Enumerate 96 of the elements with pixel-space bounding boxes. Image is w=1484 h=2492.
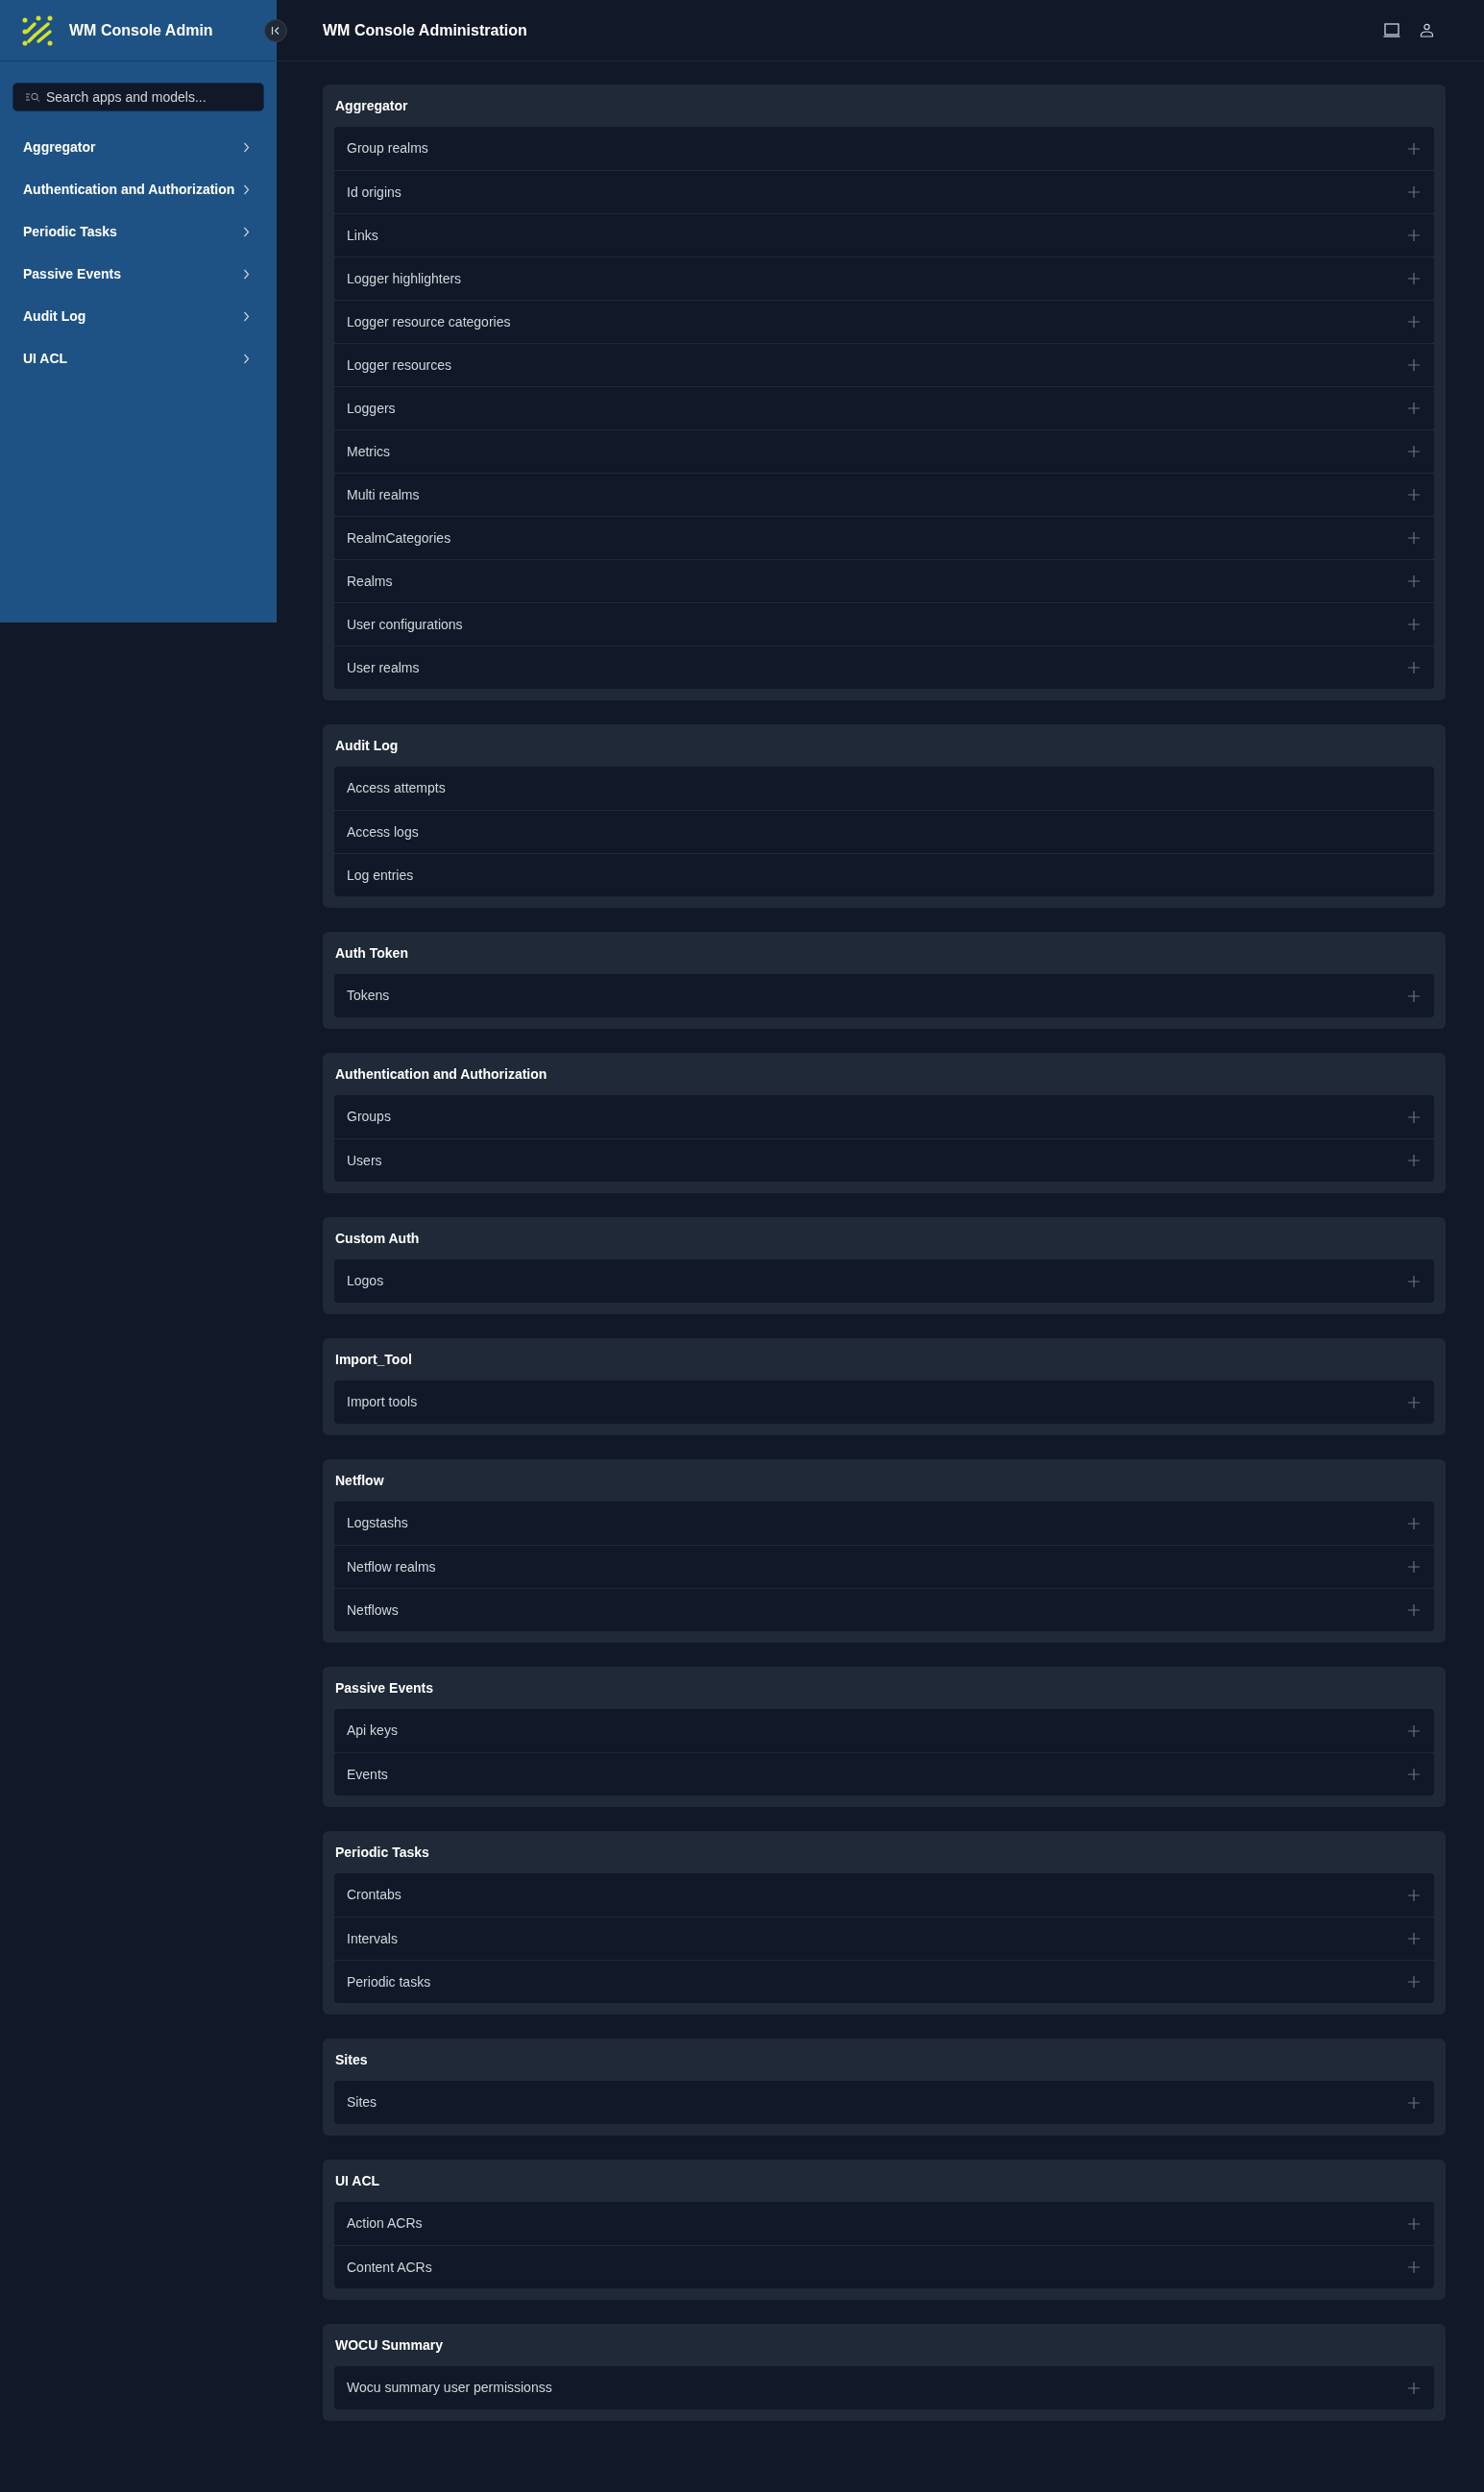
model-link[interactable]: Logger resources (347, 354, 451, 376)
model-link[interactable]: Id origins (347, 182, 401, 203)
app-heading[interactable]: Import_Tool (334, 1349, 412, 1370)
model-link[interactable]: Content ACRs (347, 2257, 432, 2278)
add-icon[interactable] (1408, 2096, 1420, 2109)
model-link[interactable]: RealmCategories (347, 527, 451, 549)
model-link[interactable]: Netflow realms (347, 1556, 436, 1577)
add-icon[interactable] (1408, 2217, 1420, 2230)
app-title: WM Console Admin (69, 20, 213, 40)
model-link[interactable]: Action ACRs (347, 2213, 423, 2234)
page-title: WM Console Administration (323, 20, 527, 40)
app-heading[interactable]: Netflow (334, 1470, 384, 1491)
sidebar-item[interactable]: Passive Events (0, 253, 277, 295)
model-link[interactable]: Events (347, 1764, 388, 1785)
add-icon[interactable] (1408, 1604, 1420, 1616)
app-heading[interactable]: Sites (334, 2049, 368, 2070)
add-icon[interactable] (1408, 619, 1420, 630)
model-link[interactable]: Logger highlighters (347, 268, 462, 289)
sidebar-item[interactable]: Periodic Tasks (0, 210, 277, 253)
add-icon[interactable] (1408, 1396, 1420, 1408)
add-icon[interactable] (1408, 2261, 1420, 2273)
add-icon[interactable] (1408, 1561, 1420, 1573)
app-heading[interactable]: Periodic Tasks (334, 1842, 429, 1863)
add-icon[interactable] (1408, 662, 1420, 673)
model-link[interactable]: User realms (347, 657, 420, 678)
laptop-icon[interactable] (1383, 23, 1400, 37)
add-icon[interactable] (1408, 1769, 1420, 1780)
model-link[interactable]: Users (347, 1150, 382, 1171)
model-link[interactable]: Multi realms (347, 484, 420, 505)
model-link[interactable]: Logos (347, 1271, 384, 1291)
chevron-right-icon (243, 226, 250, 237)
app-heading[interactable]: Auth Token (334, 942, 408, 964)
add-icon[interactable] (1408, 186, 1420, 198)
chevron-right-icon (243, 141, 250, 153)
app-heading[interactable]: UI ACL (334, 2170, 380, 2191)
model-link[interactable]: Metrics (347, 441, 391, 462)
chevron-right-icon (243, 353, 250, 364)
model-link[interactable]: Group realms (347, 138, 428, 159)
search-field[interactable]: Search apps and models... (12, 83, 264, 111)
model-link[interactable]: Logstashs (347, 1513, 408, 1533)
add-icon[interactable] (1408, 1889, 1420, 1901)
model-link[interactable]: Groups (347, 1107, 391, 1127)
model-link[interactable]: User configurations (347, 614, 463, 635)
search-icon (25, 91, 40, 103)
add-icon[interactable] (1408, 359, 1420, 371)
model-link[interactable]: Import tools (347, 1392, 418, 1412)
app-heading[interactable]: Audit Log (334, 735, 399, 756)
chevron-right-icon (243, 268, 250, 280)
app-heading[interactable]: Custom Auth (334, 1228, 420, 1249)
model-link[interactable]: Periodic tasks (347, 1971, 431, 1992)
app-heading[interactable]: WOCU Summary (334, 2334, 444, 2356)
chevron-right-icon (243, 183, 250, 195)
app-heading[interactable]: Authentication and Authorization (334, 1063, 547, 1085)
add-icon[interactable] (1408, 316, 1420, 328)
add-icon[interactable] (1408, 2382, 1420, 2394)
add-icon[interactable] (1408, 273, 1420, 284)
add-icon[interactable] (1408, 1976, 1420, 1988)
add-icon[interactable] (1408, 489, 1420, 501)
app-heading[interactable]: Passive Events (334, 1677, 433, 1698)
model-link[interactable]: Access logs (347, 821, 419, 843)
model-link[interactable]: Tokens (347, 986, 390, 1006)
model-link[interactable]: Netflows (347, 1600, 399, 1621)
add-icon[interactable] (1408, 1275, 1420, 1287)
add-icon[interactable] (1408, 989, 1420, 1002)
add-icon[interactable] (1408, 1724, 1420, 1737)
model-link[interactable]: Crontabs (347, 1885, 401, 1905)
model-link[interactable]: Realms (347, 571, 393, 592)
add-icon[interactable] (1408, 403, 1420, 414)
add-icon[interactable] (1408, 230, 1420, 241)
collapse-button[interactable] (264, 19, 287, 42)
model-link[interactable]: Links (347, 225, 378, 246)
logo-icon (21, 13, 54, 47)
add-icon[interactable] (1408, 1933, 1420, 1944)
add-icon[interactable] (1408, 575, 1420, 587)
model-link[interactable]: Loggers (347, 398, 396, 419)
sidebar-item[interactable]: Aggregator (0, 126, 277, 168)
model-link[interactable]: Wocu summary user permissionss (347, 2378, 552, 2398)
chevron-right-icon (243, 310, 250, 322)
model-link[interactable]: Sites (347, 2092, 377, 2113)
user-icon[interactable] (1420, 23, 1434, 37)
model-link[interactable]: Api keys (347, 1721, 398, 1741)
add-icon[interactable] (1408, 142, 1420, 155)
add-icon[interactable] (1408, 532, 1420, 544)
add-icon[interactable] (1408, 1517, 1420, 1529)
sidebar-item[interactable]: UI ACL (0, 337, 277, 379)
model-link[interactable]: Logger resource categories (347, 311, 511, 332)
app-heading[interactable]: Aggregator (334, 95, 408, 116)
add-icon[interactable] (1408, 446, 1420, 457)
sidebar-item[interactable]: Audit Log (0, 295, 277, 337)
add-icon[interactable] (1408, 1111, 1420, 1123)
model-link[interactable]: Intervals (347, 1928, 398, 1949)
add-icon[interactable] (1408, 1155, 1420, 1166)
sidebar-item[interactable]: Authentication and Authorization (0, 168, 277, 210)
model-link[interactable]: Log entries (347, 865, 414, 886)
collapse-icon (271, 26, 280, 36)
model-link[interactable]: Access attempts (347, 778, 446, 798)
